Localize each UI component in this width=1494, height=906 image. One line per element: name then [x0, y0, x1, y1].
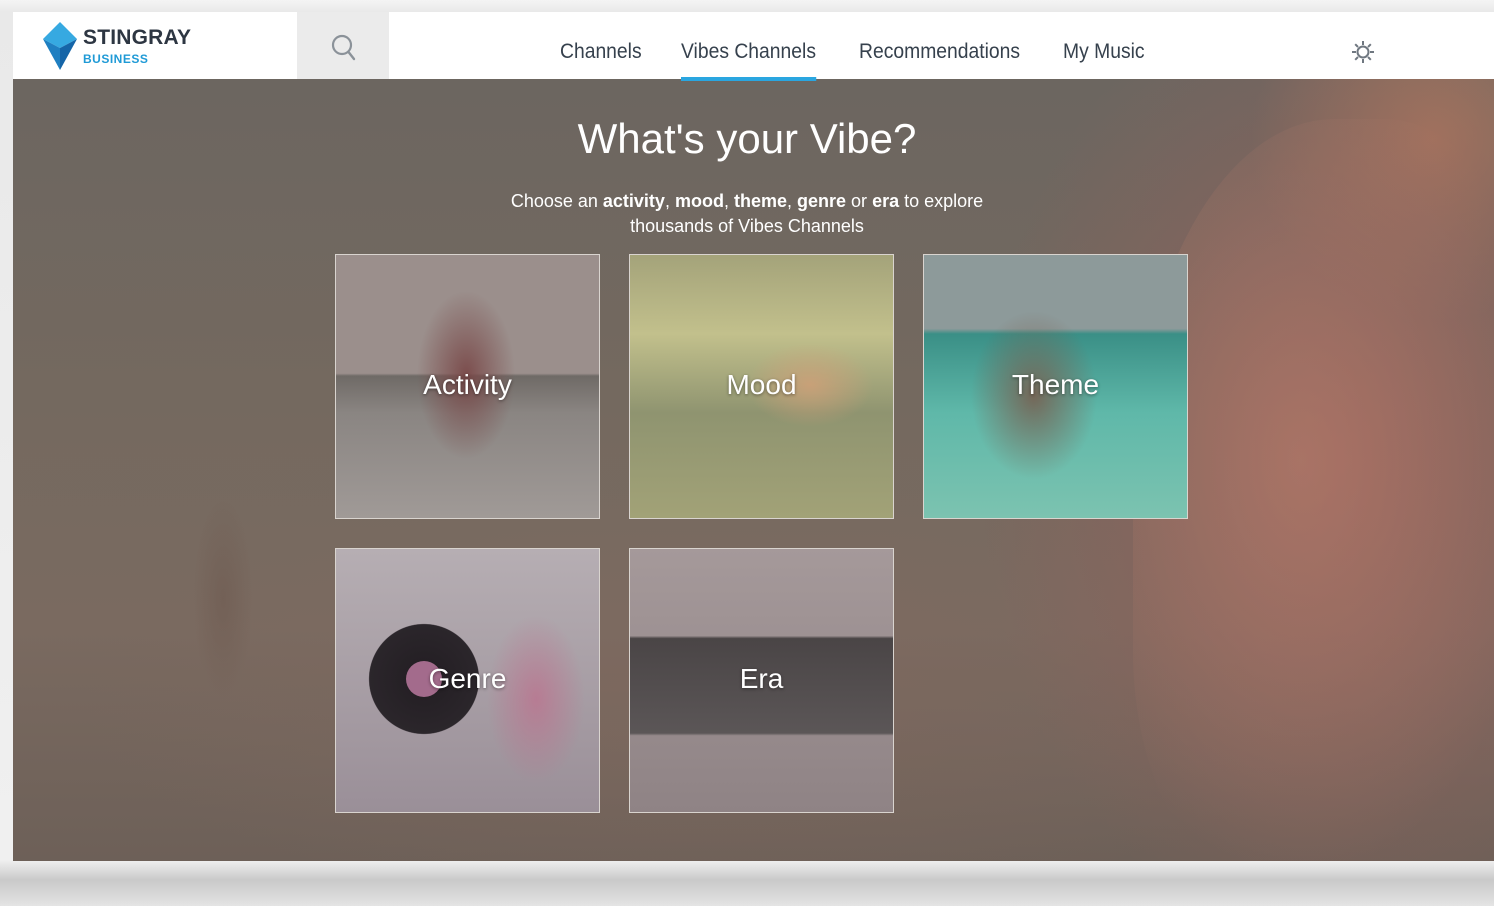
hero-title: What's your Vibe? [577, 115, 917, 162]
subtitle-sep: , [664, 191, 675, 211]
tile-activity-label: Activity [423, 369, 512, 400]
nav-vibes-channels-label: Vibes Channels [681, 40, 816, 63]
tile-genre-label: Genre [428, 663, 507, 694]
subtitle-theme: theme [733, 191, 787, 211]
nav-vibes-channels[interactable]: Vibes Channels [681, 40, 816, 81]
tile-theme[interactable]: Theme [923, 254, 1188, 519]
nav-channels-label: Channels [560, 40, 642, 63]
subtitle-text: or [846, 191, 873, 211]
subtitle-sep: , [787, 191, 798, 211]
tile-genre[interactable]: Genre [335, 548, 600, 813]
app-window: STINGRAY BUSINESS Channels Vibes Channel… [13, 12, 1494, 861]
tile-activity[interactable]: Activity [335, 254, 600, 519]
subtitle-era: era [872, 191, 900, 211]
gear-icon[interactable] [1349, 38, 1377, 66]
nav-recommendations-label: Recommendations [859, 40, 1021, 63]
subtitle-text: Choose an [510, 191, 603, 211]
subtitle-activity: activity [602, 191, 665, 211]
tile-theme-label: Theme [1011, 369, 1100, 400]
subtitle-text: to explore [899, 191, 984, 211]
tile-era[interactable]: Era [629, 548, 894, 813]
tile-mood[interactable]: Mood [629, 254, 894, 519]
nav-my-music[interactable]: My Music [1063, 40, 1145, 79]
tile-mood-label: Mood [726, 369, 797, 400]
main-nav: Channels Vibes Channels Recommendations … [13, 12, 1494, 81]
subtitle-mood: mood [674, 191, 724, 211]
top-header: STINGRAY BUSINESS Channels Vibes Channel… [13, 12, 1494, 81]
nav-channels[interactable]: Channels [560, 40, 642, 79]
nav-recommendations[interactable]: Recommendations [859, 40, 1020, 79]
subtitle-line2: thousands of Vibes Channels [630, 216, 864, 236]
hero-photo-figure-distant [193, 499, 253, 699]
nav-my-music-label: My Music [1063, 40, 1145, 63]
tile-era-label: Era [739, 663, 784, 694]
hero-subtitle: Choose an activity, mood, theme, genre o… [13, 189, 1494, 239]
subtitle-genre: genre [797, 191, 847, 211]
subtitle-sep: , [723, 191, 734, 211]
